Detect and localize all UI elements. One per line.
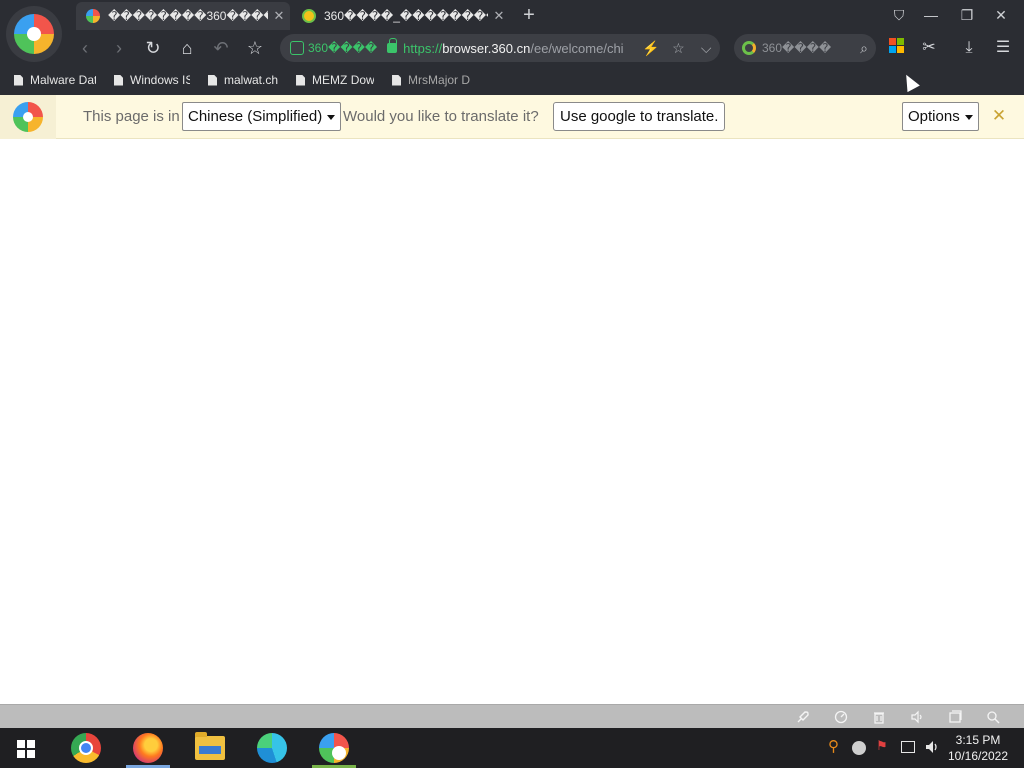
page-icon (14, 74, 23, 86)
search-icon[interactable]: ⌕ (852, 40, 876, 57)
network-icon[interactable] (901, 741, 915, 753)
search-icon[interactable] (985, 710, 1001, 724)
shield-icon (290, 41, 304, 55)
translate-options-button[interactable]: Options (902, 102, 979, 131)
bookmark-item[interactable]: Malware Dat (14, 73, 96, 87)
screenshot-cut-icon[interactable]: ✂ (916, 36, 942, 60)
translate-bar: This page is in Chinese (Simplified) Wou… (0, 95, 1024, 139)
translate-button[interactable]: Use google to translate. (553, 102, 726, 131)
edge-icon (257, 733, 287, 763)
taskbar-360-browser[interactable] (309, 728, 359, 768)
caret-down-icon (327, 114, 336, 120)
source-language-value: Chinese (Simplified) (188, 108, 323, 125)
search-placeholder: 360���� (762, 41, 832, 55)
tab-close-icon[interactable]: ✕ (268, 8, 290, 24)
url-text[interactable]: https://browser.360.cn/ee/welcome/chi (403, 41, 637, 56)
security-badge-label: 360���� (308, 41, 378, 55)
tab-title: ��������360�������������� (108, 9, 268, 23)
address-bar[interactable]: 360���� https://browser.360.cn/ee/welcom… (280, 34, 720, 62)
star-icon[interactable]: ☆ (665, 40, 693, 57)
sound-icon[interactable] (909, 710, 925, 724)
close-window-button[interactable]: ✕ (986, 4, 1016, 26)
bookmark-item[interactable]: MrsMajor D (392, 73, 470, 87)
360-search-tab-icon (302, 9, 316, 23)
pinwheel-icon (13, 102, 43, 132)
bookmark-item[interactable]: MEMZ Dow (296, 73, 374, 87)
navigation-bar: ‹ › ↻ ⌂ ↶ ☆ 360���� https://browser.360.… (0, 32, 1024, 64)
chevron-down-icon[interactable]: ⌵ (692, 40, 720, 57)
bookmark-label: Windows IS (130, 73, 190, 87)
bookmark-label: malwat.ch (224, 73, 279, 87)
bookmarks-bar: Malware Dat Windows IS malwat.ch MEMZ Do… (0, 66, 1024, 94)
taskbar-file-explorer[interactable] (185, 728, 235, 768)
speed-icon[interactable] (833, 710, 849, 724)
page-icon (296, 74, 306, 86)
minimize-button[interactable]: — (916, 4, 946, 26)
url-protocol: https:// (403, 40, 443, 56)
system-clock[interactable]: 3:15 PM 10/16/2022 (946, 732, 1010, 764)
pinwheel-icon (319, 733, 349, 763)
trash-icon[interactable] (871, 710, 887, 724)
page-icon (208, 74, 217, 86)
download-icon[interactable]: ⤓ (956, 36, 982, 60)
rocket-icon[interactable] (795, 710, 811, 724)
restore-button[interactable]: ❐ (952, 4, 982, 26)
url-path: /ee/welcome/chi (530, 40, 624, 56)
security-badge[interactable]: 360���� (290, 41, 377, 55)
tray-status-icon[interactable] (852, 741, 866, 755)
undo-close-button[interactable]: ↶ (208, 36, 234, 60)
home-button[interactable]: ⌂ (174, 36, 200, 60)
taskbar-chrome[interactable] (61, 728, 111, 768)
volume-icon[interactable] (924, 739, 940, 758)
reload-button[interactable]: ↻ (140, 36, 166, 60)
window-icon[interactable] (947, 710, 963, 724)
360-tab-icon (86, 9, 100, 23)
tab-welcome[interactable]: ��������360�������������� ✕ (76, 2, 290, 30)
new-tab-button[interactable]: + (518, 4, 540, 26)
bookmark-item[interactable]: Windows IS (114, 73, 190, 87)
windows-taskbar: ⚲ ⚑ 3:15 PM 10/16/2022 (0, 728, 1024, 768)
bookmark-label: Malware Dat (30, 73, 96, 87)
caret-down-icon (964, 114, 973, 120)
url-host: browser.360.cn (442, 40, 531, 56)
page-icon (392, 74, 402, 86)
lightning-icon[interactable]: ⚡ (637, 40, 665, 57)
options-label: Options (908, 108, 960, 125)
folder-icon (195, 732, 225, 760)
browser-status-bar (0, 704, 1024, 728)
page-icon (114, 74, 123, 86)
firefox-icon (133, 733, 163, 763)
tab-360-search[interactable]: 360����_���������������������� ✕ (292, 2, 510, 30)
translate-prefix-text: This page is in (83, 108, 180, 125)
taskbar-edge[interactable] (247, 728, 297, 768)
tab-title: 360����_���������������������� (324, 9, 488, 23)
taskbar-firefox[interactable] (123, 728, 173, 768)
page-content (0, 140, 1024, 704)
favorites-button[interactable]: ☆ (242, 36, 268, 60)
bookmark-item[interactable]: malwat.ch (208, 73, 278, 87)
search-box[interactable]: 360���� ⌕ (734, 34, 876, 62)
chrome-icon (71, 733, 101, 763)
lock-icon (387, 38, 398, 53)
source-language-select[interactable]: Chinese (Simplified) (182, 102, 342, 131)
back-button[interactable]: ‹ (72, 36, 98, 60)
clock-time: 3:15 PM (955, 733, 1001, 747)
skin-icon[interactable]: ⛉ (884, 4, 914, 26)
360-search-logo-icon (742, 41, 756, 55)
menu-icon[interactable]: ☰ (990, 36, 1016, 60)
tab-close-icon[interactable]: ✕ (488, 8, 510, 24)
forward-button[interactable]: › (106, 36, 132, 60)
clock-date: 10/16/2022 (947, 749, 1009, 763)
translate-question-text: Would you like to translate it? (343, 108, 539, 125)
apps-grid-icon[interactable] (884, 34, 910, 58)
flag-icon[interactable]: ⚑ (876, 738, 888, 754)
close-translate-bar-icon[interactable]: ✕ (988, 105, 1010, 127)
bookmark-label: MEMZ Dow (312, 73, 375, 87)
windows-start-icon[interactable] (17, 740, 35, 758)
tray-search-icon[interactable]: ⚲ (828, 737, 839, 755)
translate-bar-logo (0, 95, 56, 139)
bookmark-label: MrsMajor D (408, 73, 471, 87)
browser-chrome: ��������360�������������� ✕ 360����_����… (0, 0, 1024, 95)
